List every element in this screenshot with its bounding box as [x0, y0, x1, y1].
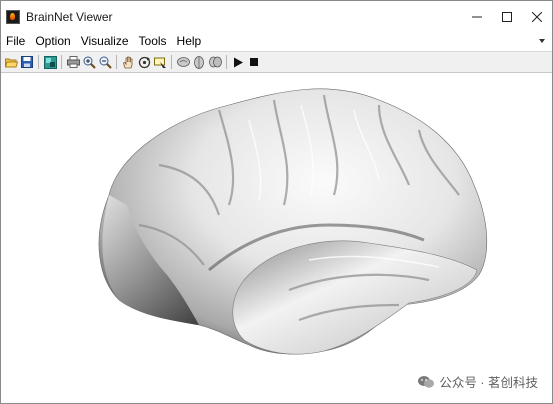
menu-help[interactable]: Help [172, 32, 207, 51]
view-axial-icon[interactable] [192, 55, 206, 69]
watermark: 公众号 · 茗创科技 [417, 372, 538, 391]
menu-file[interactable]: File [3, 32, 30, 51]
view-coronal-icon[interactable] [208, 55, 222, 69]
menu-tools[interactable]: Tools [134, 32, 172, 51]
toolbar-separator [61, 55, 62, 69]
render-canvas[interactable]: 公众号 · 茗创科技 [1, 73, 552, 403]
minimize-button[interactable] [462, 1, 492, 32]
watermark-text: 公众号 · 茗创科技 [439, 376, 538, 390]
maximize-icon [502, 11, 512, 22]
new-figure-icon[interactable] [43, 55, 57, 69]
maximize-button[interactable] [492, 1, 522, 32]
view-sagittal-icon[interactable] [176, 55, 190, 69]
toolbar-separator [116, 55, 117, 69]
pan-hand-icon[interactable] [121, 55, 135, 69]
title-bar: BrainNet Viewer [1, 1, 552, 32]
toolbar-separator [171, 55, 172, 69]
toolbar [1, 51, 552, 73]
toolbar-separator [226, 55, 227, 69]
minimize-icon [472, 16, 482, 17]
print-icon[interactable] [66, 55, 80, 69]
toolbar-separator [38, 55, 39, 69]
menu-option[interactable]: Option [30, 32, 75, 51]
window-controls [462, 1, 552, 32]
stop-icon[interactable] [247, 55, 261, 69]
save-icon[interactable] [20, 55, 34, 69]
menu-bar: File Option Visualize Tools Help [1, 32, 552, 51]
zoom-out-icon[interactable] [98, 55, 112, 69]
brain-surface-render[interactable] [79, 75, 499, 365]
wechat-icon [418, 375, 435, 388]
close-icon [532, 11, 542, 22]
menu-visualize[interactable]: Visualize [76, 32, 134, 51]
chevron-down-icon[interactable] [538, 37, 546, 45]
zoom-in-icon[interactable] [82, 55, 96, 69]
play-icon[interactable] [231, 55, 245, 69]
matlab-app-icon [6, 9, 20, 24]
brainnet-viewer-window: BrainNet Viewer File Option Visualize To… [0, 0, 553, 404]
close-button[interactable] [522, 1, 552, 32]
open-icon[interactable] [4, 55, 18, 69]
window-title: BrainNet Viewer [26, 9, 113, 24]
data-cursor-icon[interactable] [153, 55, 167, 69]
rotate-3d-icon[interactable] [137, 55, 151, 69]
